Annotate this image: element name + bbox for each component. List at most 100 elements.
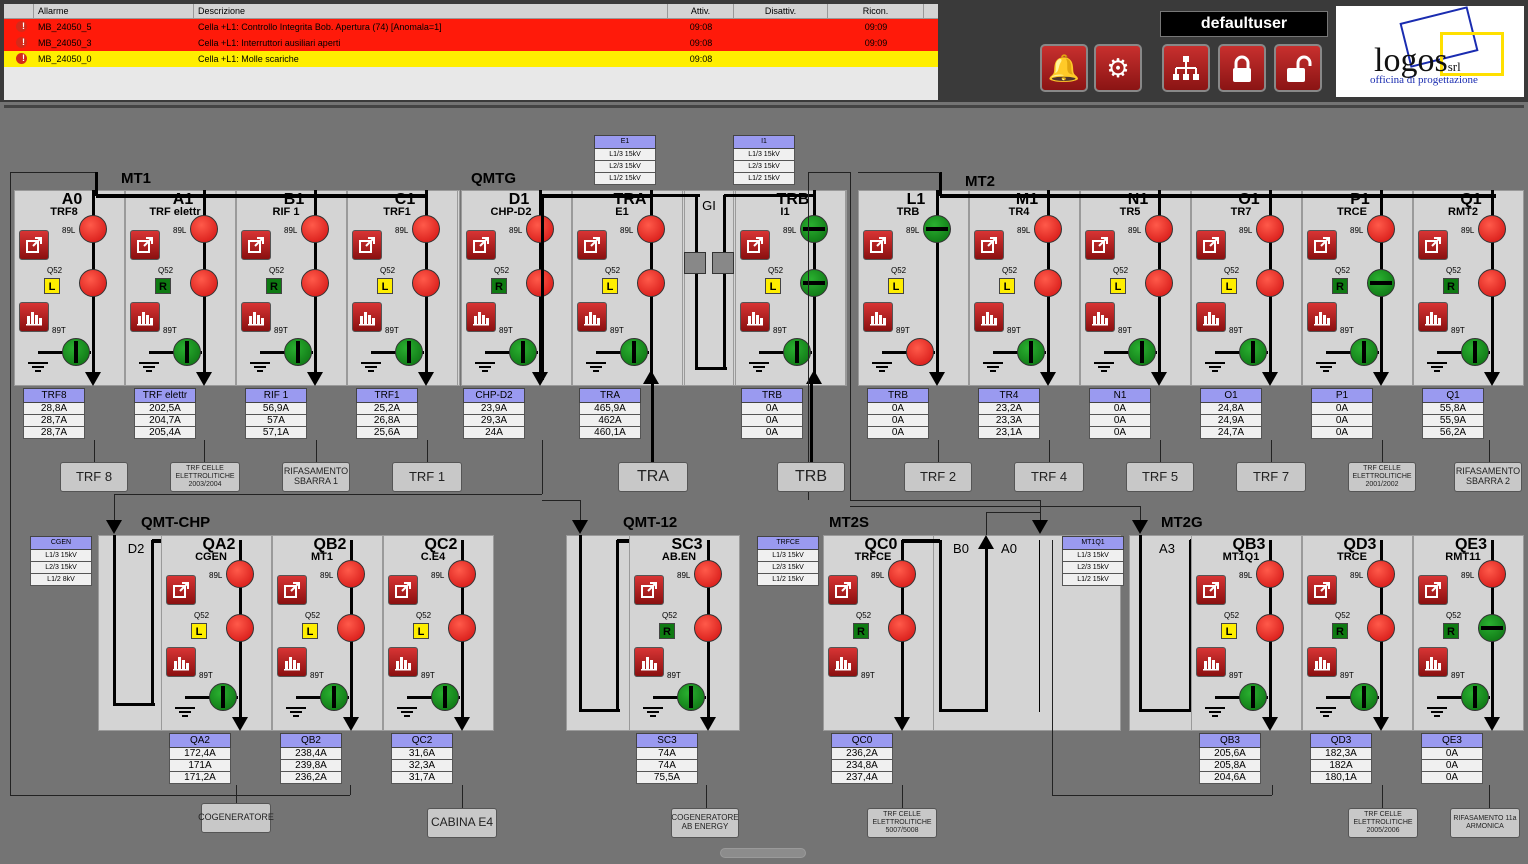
earth-switch-89T[interactable] [1461,338,1489,366]
breaker-Q52[interactable] [1478,614,1506,642]
earth-switch-89T[interactable] [1128,338,1156,366]
meter-title[interactable]: TRA [579,388,641,403]
breaker-Q52[interactable] [301,269,329,297]
export-button[interactable] [388,575,418,605]
voltage-box-title[interactable]: E1 [594,135,656,149]
load-label[interactable]: COGENERATORE [198,803,274,833]
load-label[interactable]: RIFASAMENTO SBARRA 2 [1454,462,1522,492]
switch-89L[interactable] [1256,560,1284,588]
earth-switch-89T[interactable] [284,338,312,366]
load-label[interactable]: TRF 4 [1014,462,1084,492]
col-attiv[interactable]: Attiv. [668,4,734,18]
meter-title[interactable]: QB2 [280,733,342,748]
chart-button[interactable] [388,647,418,677]
switch-89L[interactable] [694,560,722,588]
lock-button[interactable] [1218,44,1266,92]
export-button[interactable] [19,230,49,260]
load-label[interactable]: TRF CELLE ELETTROLITICHE 2003/2004 [170,462,240,492]
earth-switch-89T[interactable] [1017,338,1045,366]
breaker-Q52[interactable] [1034,269,1062,297]
load-label[interactable]: TRF 2 [904,462,972,492]
load-label[interactable]: TRF CELLE ELETTROLITICHE 5007/5008 [867,808,937,838]
export-button[interactable] [1196,575,1226,605]
switch-89L[interactable] [1034,215,1062,243]
tie-breaker-icon[interactable] [712,252,734,274]
chart-button[interactable] [828,647,858,677]
earth-switch-89T[interactable] [1461,683,1489,711]
export-button[interactable] [974,230,1004,260]
earth-switch-89T[interactable] [209,683,237,711]
breaker-Q52[interactable] [1145,269,1173,297]
breaker-Q52[interactable] [412,269,440,297]
chart-button[interactable] [1085,302,1115,332]
unlock-button[interactable] [1274,44,1322,92]
chart-button[interactable] [352,302,382,332]
earth-switch-89T[interactable] [62,338,90,366]
alarm-button[interactable]: 🔔 [1040,44,1088,92]
load-label[interactable]: TRF 7 [1236,462,1306,492]
meter-title[interactable]: QD3 [1310,733,1372,748]
meter-title[interactable]: Q1 [1422,388,1484,403]
chart-button[interactable] [974,302,1004,332]
meter-title[interactable]: TRB [867,388,929,403]
export-button[interactable] [1307,230,1337,260]
breaker-Q52[interactable] [888,614,916,642]
export-button[interactable] [577,230,607,260]
switch-89L[interactable] [412,215,440,243]
col-allarme[interactable]: Allarme [34,4,194,18]
breaker-Q52[interactable] [79,269,107,297]
meter-title[interactable]: RIF 1 [245,388,307,403]
export-button[interactable] [277,575,307,605]
meter-title[interactable]: QE3 [1421,733,1483,748]
meter-title[interactable]: O1 [1200,388,1262,403]
export-button[interactable] [740,230,770,260]
voltage-box-title[interactable]: I1 [733,135,795,149]
switch-89L[interactable] [79,215,107,243]
breaker-Q52[interactable] [1367,614,1395,642]
meter-title[interactable]: QC0 [831,733,893,748]
export-button[interactable] [166,575,196,605]
chart-button[interactable] [740,302,770,332]
load-label[interactable]: TRF CELLE ELETTROLITICHE 2005/2006 [1348,808,1418,838]
switch-89L[interactable] [337,560,365,588]
scroll-handle[interactable] [720,848,806,858]
chart-button[interactable] [863,302,893,332]
breaker-Q52[interactable] [1478,269,1506,297]
load-label[interactable]: RIFASAMENTO 11a ARMONICA [1450,808,1520,838]
switch-89L[interactable] [1478,215,1506,243]
col-descrizione[interactable]: Descrizione [194,4,668,18]
meter-title[interactable]: TRB [741,388,803,403]
earth-switch-89T[interactable] [677,683,705,711]
switch-89L[interactable] [190,215,218,243]
breaker-Q52[interactable] [526,269,554,297]
switch-89L[interactable] [888,560,916,588]
switch-89L[interactable] [1367,560,1395,588]
col-disattiv[interactable]: Disattiv. [734,4,828,18]
chart-button[interactable] [466,302,496,332]
breaker-Q52[interactable] [448,614,476,642]
earth-switch-89T[interactable] [620,338,648,366]
chart-button[interactable] [241,302,271,332]
earth-switch-89T[interactable] [1350,338,1378,366]
chart-button[interactable] [1307,647,1337,677]
export-button[interactable] [863,230,893,260]
earth-switch-89T[interactable] [320,683,348,711]
settings-button[interactable]: ⚙ [1094,44,1142,92]
switch-89L[interactable] [1367,215,1395,243]
breaker-Q52[interactable] [694,614,722,642]
load-label[interactable]: TRF 1 [392,462,462,492]
load-label[interactable]: RIFASAMENTO SBARRA 1 [282,462,350,492]
export-button[interactable] [1418,575,1448,605]
earth-switch-89T[interactable] [1239,683,1267,711]
breaker-Q52[interactable] [190,269,218,297]
load-label[interactable]: TRF 5 [1126,462,1194,492]
breaker-Q52[interactable] [800,269,828,297]
meter-title[interactable]: QA2 [169,733,231,748]
meter-title[interactable]: P1 [1311,388,1373,403]
chart-button[interactable] [277,647,307,677]
meter-title[interactable]: SC3 [636,733,698,748]
alarm-row[interactable]: ! MB_24050_0 Cella +L1: Molle scariche 09:0… [4,51,938,67]
chart-button[interactable] [19,302,49,332]
earth-switch-89T[interactable] [1350,683,1378,711]
breaker-Q52[interactable] [337,614,365,642]
